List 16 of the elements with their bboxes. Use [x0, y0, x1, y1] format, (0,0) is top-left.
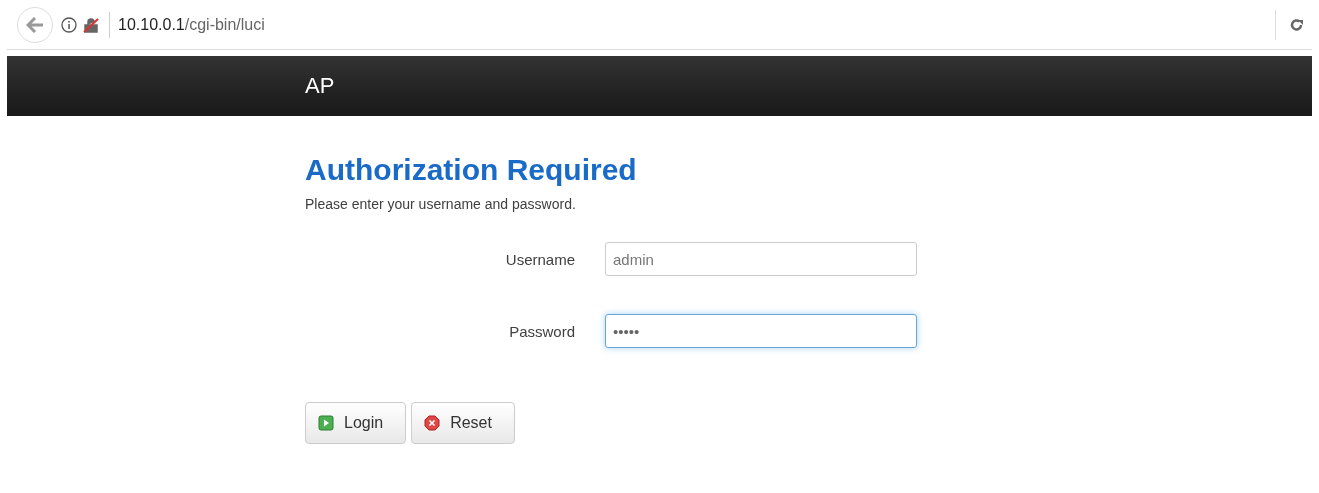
reload-icon[interactable]	[1290, 17, 1304, 32]
info-icon[interactable]	[61, 16, 77, 33]
play-icon	[318, 415, 334, 431]
brand-title[interactable]: AP	[305, 73, 335, 99]
back-arrow-icon	[26, 16, 44, 33]
address-bar[interactable]: 10.10.0.1/cgi-bin/luci	[109, 11, 265, 38]
login-button[interactable]: Login	[305, 402, 407, 444]
input-field[interactable]: admin	[605, 242, 917, 276]
reset-button[interactable]: Reset	[411, 402, 515, 444]
page-subtitle: Please enter your username and password.	[305, 196, 577, 212]
input-field[interactable]: •••••	[605, 314, 917, 348]
broken-lock-icon[interactable]	[83, 16, 99, 33]
cancel-icon	[424, 415, 441, 431]
page-title: Authorization Required	[305, 152, 638, 188]
field-label: Username	[505, 250, 575, 268]
field-label: Password	[509, 322, 575, 340]
